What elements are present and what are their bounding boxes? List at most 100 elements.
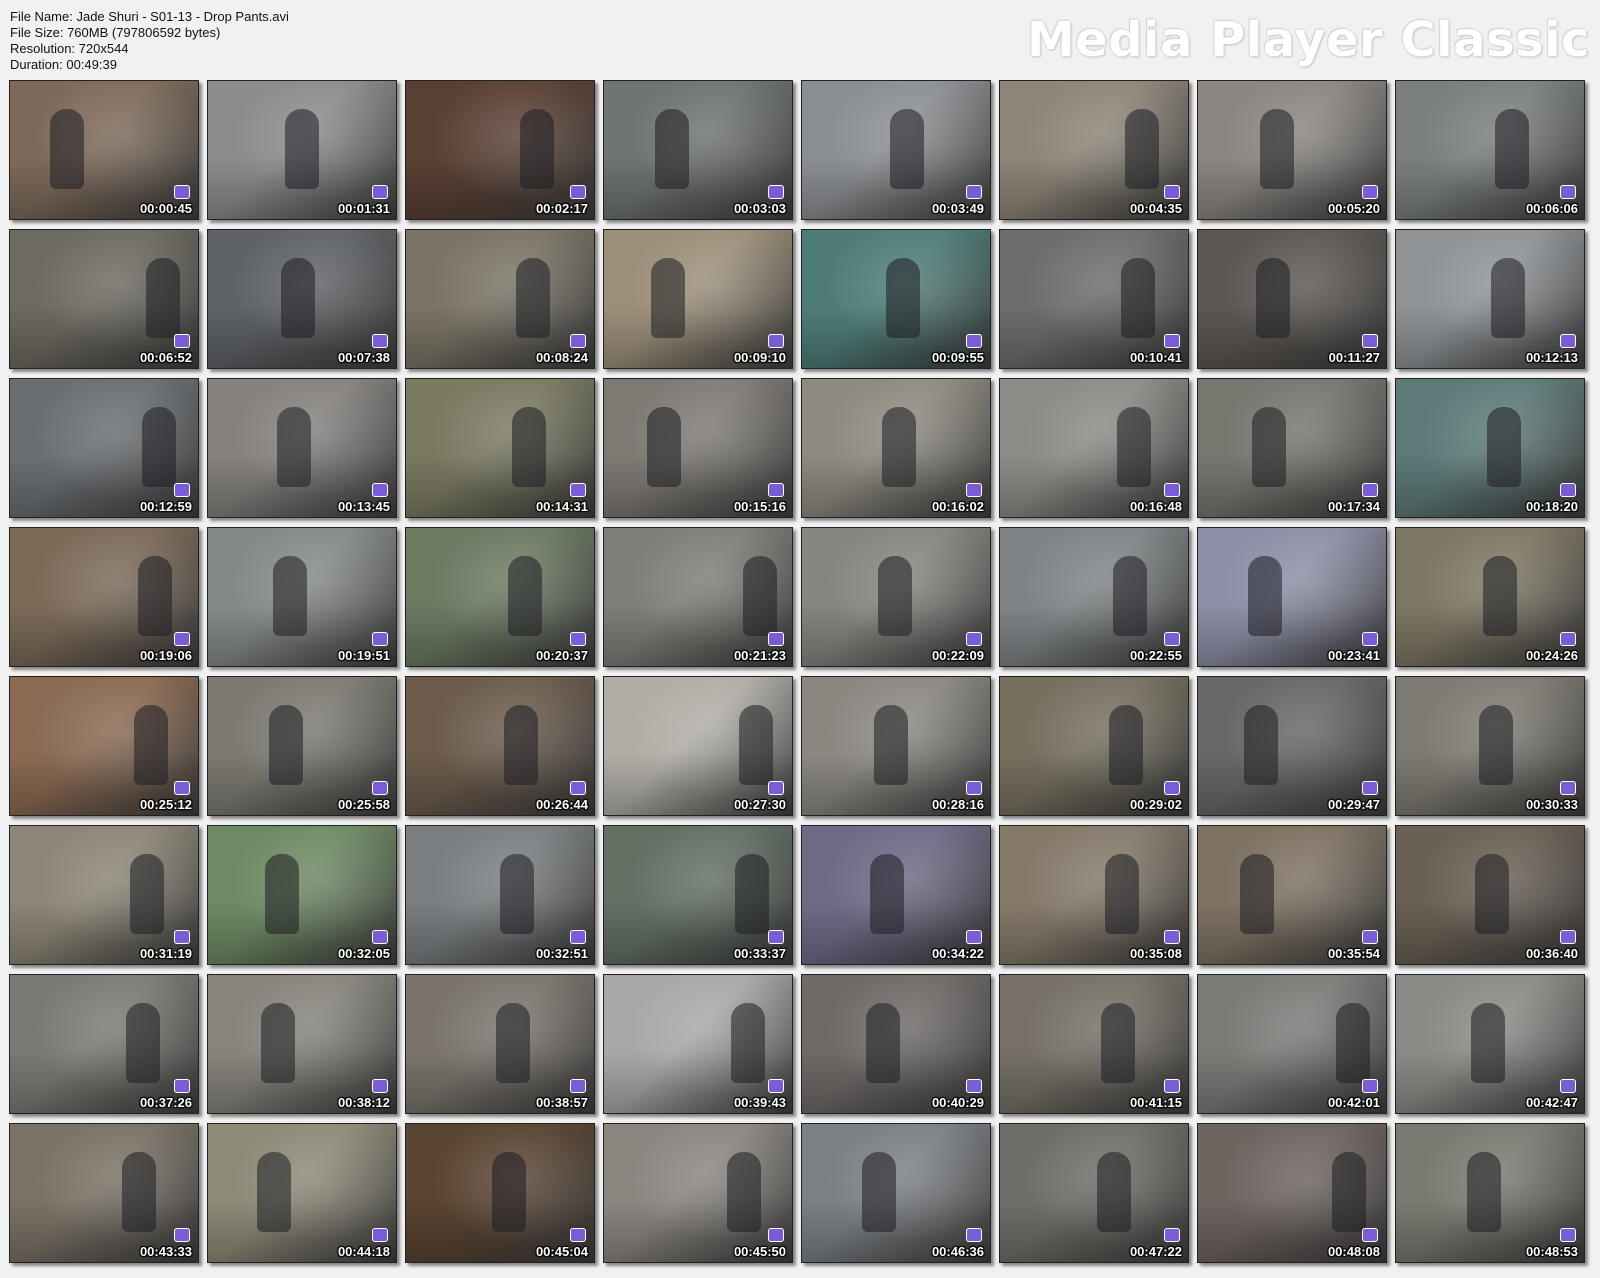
file-info: File Name: Jade Shuri - S01-13 - Drop Pa… xyxy=(10,9,289,73)
thumbnail-frame[interactable]: 00:02:17 xyxy=(405,80,595,220)
thumbnail-frame[interactable]: 00:17:34 xyxy=(1197,378,1387,518)
thumbnail-frame[interactable]: 00:22:09 xyxy=(801,527,991,667)
thumbnail-frame[interactable]: 00:12:59 xyxy=(9,378,199,518)
thumbnail-frame[interactable]: 00:25:58 xyxy=(207,676,397,816)
thumbnail-shading xyxy=(10,81,198,219)
thumbnail-frame[interactable]: 00:41:15 xyxy=(999,974,1189,1114)
watermark-icon xyxy=(174,1079,190,1093)
thumbnail-frame[interactable]: 00:07:38 xyxy=(207,229,397,369)
thumbnail-shading xyxy=(1000,379,1188,517)
thumbnail-timestamp: 00:33:37 xyxy=(733,946,786,961)
thumbnail-scene-figure xyxy=(1479,705,1513,785)
watermark-icon xyxy=(372,483,388,497)
thumbnail-frame[interactable]: 00:16:02 xyxy=(801,378,991,518)
thumbnail-shading xyxy=(10,975,198,1113)
thumbnail-frame[interactable]: 00:09:55 xyxy=(801,229,991,369)
thumbnail-timestamp: 00:14:31 xyxy=(535,499,588,514)
thumbnail-frame[interactable]: 00:06:52 xyxy=(9,229,199,369)
thumbnail-frame[interactable]: 00:33:37 xyxy=(603,825,793,965)
thumbnail-frame[interactable]: 00:28:16 xyxy=(801,676,991,816)
thumbnail-frame[interactable]: 00:03:03 xyxy=(603,80,793,220)
thumbnail-frame[interactable]: 00:01:31 xyxy=(207,80,397,220)
thumbnail-frame[interactable]: 00:23:41 xyxy=(1197,527,1387,667)
thumbnail-shading xyxy=(1000,826,1188,964)
watermark-icon xyxy=(372,781,388,795)
thumbnail-frame[interactable]: 00:31:19 xyxy=(9,825,199,965)
thumbnail-frame[interactable]: 00:05:20 xyxy=(1197,80,1387,220)
thumbnail-shading xyxy=(1198,230,1386,368)
thumbnail-scene-figure xyxy=(878,556,912,636)
thumbnail-scene-figure xyxy=(1113,556,1147,636)
thumbnail-frame[interactable]: 00:38:12 xyxy=(207,974,397,1114)
thumbnail-frame[interactable]: 00:39:43 xyxy=(603,974,793,1114)
watermark-icon xyxy=(1560,185,1576,199)
thumbnail-scene-figure xyxy=(727,1152,761,1232)
thumbnail-scene-figure xyxy=(882,407,916,487)
watermark-icon xyxy=(768,781,784,795)
thumbnail-frame[interactable]: 00:13:45 xyxy=(207,378,397,518)
thumbnail-frame[interactable]: 00:29:47 xyxy=(1197,676,1387,816)
thumbnail-frame[interactable]: 00:03:49 xyxy=(801,80,991,220)
thumbnail-timestamp: 00:30:33 xyxy=(1525,797,1578,812)
watermark-icon xyxy=(1560,483,1576,497)
thumbnail-frame[interactable]: 00:48:08 xyxy=(1197,1123,1387,1263)
thumbnail-timestamp: 00:02:17 xyxy=(535,201,588,216)
thumbnail-frame[interactable]: 00:12:13 xyxy=(1395,229,1585,369)
thumbnail-frame[interactable]: 00:32:05 xyxy=(207,825,397,965)
watermark-icon xyxy=(966,334,982,348)
watermark-icon xyxy=(966,483,982,497)
thumbnail-frame[interactable]: 00:19:51 xyxy=(207,527,397,667)
thumbnail-frame[interactable]: 00:00:45 xyxy=(9,80,199,220)
thumbnail-frame[interactable]: 00:48:53 xyxy=(1395,1123,1585,1263)
thumbnail-frame[interactable]: 00:42:01 xyxy=(1197,974,1387,1114)
thumbnail-frame[interactable]: 00:34:22 xyxy=(801,825,991,965)
watermark-icon xyxy=(372,930,388,944)
thumbnail-frame[interactable]: 00:42:47 xyxy=(1395,974,1585,1114)
thumbnail-frame[interactable]: 00:09:10 xyxy=(603,229,793,369)
thumbnail-scene-figure xyxy=(743,556,777,636)
thumbnail-scene-figure xyxy=(866,1003,900,1083)
thumbnail-frame[interactable]: 00:35:08 xyxy=(999,825,1189,965)
thumbnail-frame[interactable]: 00:24:26 xyxy=(1395,527,1585,667)
thumbnail-frame[interactable]: 00:15:16 xyxy=(603,378,793,518)
thumbnail-shading xyxy=(1000,677,1188,815)
thumbnail-frame[interactable]: 00:43:33 xyxy=(9,1123,199,1263)
thumbnail-shading xyxy=(406,677,594,815)
watermark-icon xyxy=(966,632,982,646)
thumbnail-frame[interactable]: 00:18:20 xyxy=(1395,378,1585,518)
thumbnail-scene-figure xyxy=(1097,1152,1131,1232)
thumbnail-scene-figure xyxy=(1121,258,1155,338)
thumbnail-frame[interactable]: 00:40:29 xyxy=(801,974,991,1114)
thumbnail-frame[interactable]: 00:25:12 xyxy=(9,676,199,816)
thumbnail-frame[interactable]: 00:20:37 xyxy=(405,527,595,667)
thumbnail-frame[interactable]: 00:16:48 xyxy=(999,378,1189,518)
thumbnail-frame[interactable]: 00:44:18 xyxy=(207,1123,397,1263)
thumbnail-frame[interactable]: 00:04:35 xyxy=(999,80,1189,220)
thumbnail-frame[interactable]: 00:21:23 xyxy=(603,527,793,667)
thumbnail-frame[interactable]: 00:19:06 xyxy=(9,527,199,667)
thumbnail-frame[interactable]: 00:37:26 xyxy=(9,974,199,1114)
thumbnail-shading xyxy=(208,826,396,964)
thumbnail-frame[interactable]: 00:06:06 xyxy=(1395,80,1585,220)
thumbnail-shading xyxy=(1198,826,1386,964)
thumbnail-frame[interactable]: 00:45:50 xyxy=(603,1123,793,1263)
thumbnail-frame[interactable]: 00:26:44 xyxy=(405,676,595,816)
thumbnail-frame[interactable]: 00:08:24 xyxy=(405,229,595,369)
thumbnail-frame[interactable]: 00:32:51 xyxy=(405,825,595,965)
thumbnail-frame[interactable]: 00:36:40 xyxy=(1395,825,1585,965)
thumbnail-frame[interactable]: 00:22:55 xyxy=(999,527,1189,667)
thumbnail-frame[interactable]: 00:29:02 xyxy=(999,676,1189,816)
thumbnail-scene-figure xyxy=(731,1003,765,1083)
thumbnail-frame[interactable]: 00:46:36 xyxy=(801,1123,991,1263)
thumbnail-frame[interactable]: 00:11:27 xyxy=(1197,229,1387,369)
thumbnail-frame[interactable]: 00:45:04 xyxy=(405,1123,595,1263)
thumbnail-frame[interactable]: 00:10:41 xyxy=(999,229,1189,369)
thumbnail-frame[interactable]: 00:38:57 xyxy=(405,974,595,1114)
thumbnail-frame[interactable]: 00:14:31 xyxy=(405,378,595,518)
thumbnail-frame[interactable]: 00:27:30 xyxy=(603,676,793,816)
thumbnail-frame[interactable]: 00:30:33 xyxy=(1395,676,1585,816)
thumbnail-frame[interactable]: 00:47:22 xyxy=(999,1123,1189,1263)
thumbnail-scene-figure xyxy=(261,1003,295,1083)
thumbnail-frame[interactable]: 00:35:54 xyxy=(1197,825,1387,965)
watermark-icon xyxy=(1164,185,1180,199)
